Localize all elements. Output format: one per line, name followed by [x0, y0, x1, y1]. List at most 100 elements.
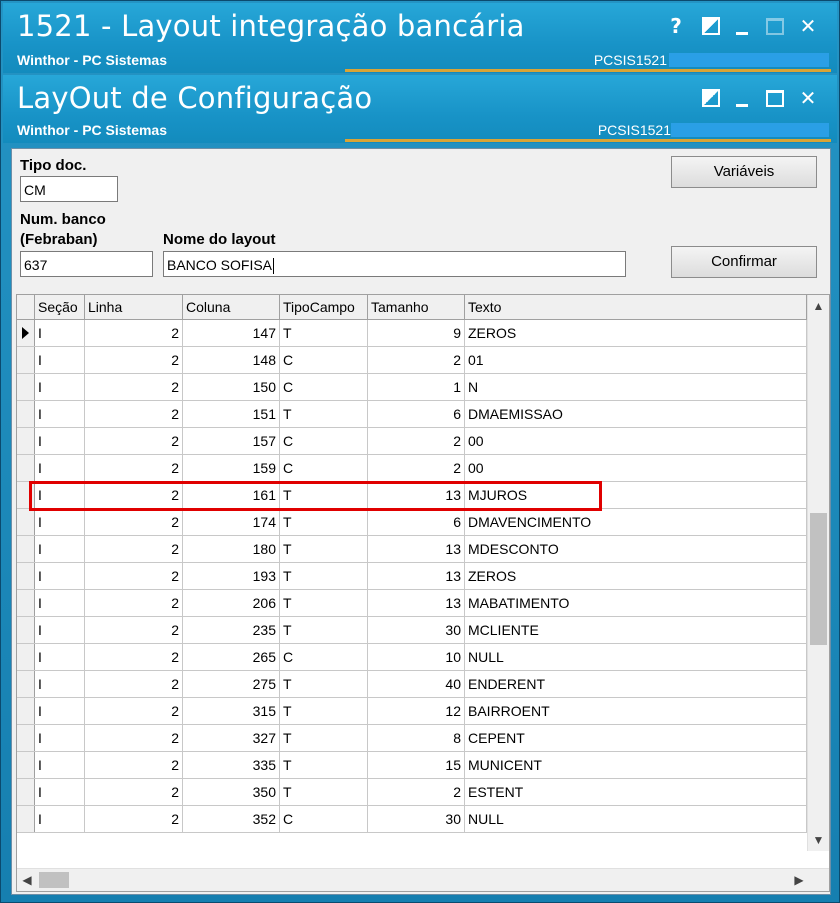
cell-tamanho[interactable]: 2 — [368, 779, 465, 805]
main-title-bar[interactable]: 1521 - Layout integração bancária Wintho… — [3, 3, 837, 73]
cell-secao[interactable]: I — [35, 698, 85, 724]
cell-linha[interactable]: 2 — [85, 752, 183, 778]
cell-coluna[interactable]: 265 — [183, 644, 280, 670]
row-indicator[interactable] — [17, 806, 35, 832]
table-row[interactable]: I 2 335 T 15 MUNICENT — [17, 752, 807, 779]
table-row[interactable]: I 2 150 C 1 N — [17, 374, 807, 401]
num-banco-input[interactable]: 637 — [20, 251, 153, 277]
row-indicator[interactable] — [17, 671, 35, 697]
cell-tamanho[interactable]: 15 — [368, 752, 465, 778]
close-icon[interactable]: ✕ — [795, 13, 821, 39]
cell-tamanho[interactable]: 6 — [368, 509, 465, 535]
cell-tamanho[interactable]: 2 — [368, 428, 465, 454]
cell-secao[interactable]: I — [35, 347, 85, 373]
cell-texto[interactable]: NULL — [465, 806, 807, 832]
cell-secao[interactable]: I — [35, 374, 85, 400]
cell-coluna[interactable]: 275 — [183, 671, 280, 697]
cell-tamanho[interactable]: 30 — [368, 617, 465, 643]
cell-tamanho[interactable]: 30 — [368, 806, 465, 832]
nome-layout-input[interactable]: BANCO SOFISA — [163, 251, 626, 277]
table-row[interactable]: I 2 275 T 40 ENDERENT — [17, 671, 807, 698]
cell-secao[interactable]: I — [35, 509, 85, 535]
cell-linha[interactable]: 2 — [85, 806, 183, 832]
cell-coluna[interactable]: 327 — [183, 725, 280, 751]
cell-secao[interactable]: I — [35, 428, 85, 454]
cell-tamanho[interactable]: 13 — [368, 590, 465, 616]
cell-tipocampo[interactable]: T — [280, 725, 368, 751]
cell-linha[interactable]: 2 — [85, 509, 183, 535]
table-row[interactable]: I 2 147 T 9 ZEROS — [17, 320, 807, 347]
table-row[interactable]: I 2 159 C 2 00 — [17, 455, 807, 482]
help-icon[interactable]: ? — [663, 13, 689, 39]
row-indicator[interactable] — [17, 428, 35, 454]
cell-secao[interactable]: I — [35, 806, 85, 832]
cell-tipocampo[interactable]: T — [280, 401, 368, 427]
row-indicator[interactable] — [17, 698, 35, 724]
col-header-coluna[interactable]: Coluna — [183, 295, 280, 319]
row-indicator[interactable] — [17, 752, 35, 778]
cell-coluna[interactable]: 235 — [183, 617, 280, 643]
cell-tipocampo[interactable]: T — [280, 536, 368, 562]
cell-tipocampo[interactable]: C — [280, 455, 368, 481]
cell-texto[interactable]: NULL — [465, 644, 807, 670]
cell-coluna[interactable]: 174 — [183, 509, 280, 535]
cell-texto[interactable]: ENDERENT — [465, 671, 807, 697]
layout-grid[interactable]: Seção Linha Coluna TipoCampo Tamanho Tex… — [16, 294, 830, 892]
table-row[interactable]: I 2 151 T 6 DMAEMISSAO — [17, 401, 807, 428]
cell-texto[interactable]: 01 — [465, 347, 807, 373]
cell-secao[interactable]: I — [35, 590, 85, 616]
col-header-tipocampo[interactable]: TipoCampo — [280, 295, 368, 319]
cell-tamanho[interactable]: 8 — [368, 725, 465, 751]
scroll-right-icon[interactable]: ▶ — [789, 873, 809, 887]
variaveis-button[interactable]: Variáveis — [671, 156, 817, 188]
cell-texto[interactable]: ESTENT — [465, 779, 807, 805]
cell-coluna[interactable]: 148 — [183, 347, 280, 373]
dialog-restore-icon[interactable] — [697, 85, 723, 111]
row-indicator[interactable] — [17, 509, 35, 535]
cell-linha[interactable]: 2 — [85, 563, 183, 589]
table-row[interactable]: I 2 206 T 13 MABATIMENTO — [17, 590, 807, 617]
cell-tamanho[interactable]: 2 — [368, 455, 465, 481]
cell-tamanho[interactable]: 6 — [368, 401, 465, 427]
row-indicator[interactable] — [17, 536, 35, 562]
cell-tamanho[interactable]: 13 — [368, 563, 465, 589]
cell-secao[interactable]: I — [35, 725, 85, 751]
cell-linha[interactable]: 2 — [85, 455, 183, 481]
cell-linha[interactable]: 2 — [85, 401, 183, 427]
cell-linha[interactable]: 2 — [85, 320, 183, 346]
cell-secao[interactable]: I — [35, 752, 85, 778]
cell-linha[interactable]: 2 — [85, 590, 183, 616]
cell-texto[interactable]: 00 — [465, 455, 807, 481]
cell-tipocampo[interactable]: T — [280, 590, 368, 616]
table-row[interactable]: I 2 327 T 8 CEPENT — [17, 725, 807, 752]
row-indicator[interactable] — [17, 374, 35, 400]
cell-linha[interactable]: 2 — [85, 428, 183, 454]
cell-secao[interactable]: I — [35, 401, 85, 427]
cell-coluna[interactable]: 206 — [183, 590, 280, 616]
cell-coluna[interactable]: 157 — [183, 428, 280, 454]
vertical-scroll-thumb[interactable] — [810, 513, 827, 645]
row-indicator[interactable] — [17, 725, 35, 751]
row-indicator[interactable] — [17, 644, 35, 670]
vertical-scrollbar[interactable]: ▲ ▼ — [807, 295, 829, 851]
cell-texto[interactable]: MUNICENT — [465, 752, 807, 778]
dialog-close-icon[interactable]: ✕ — [795, 85, 821, 111]
cell-secao[interactable]: I — [35, 671, 85, 697]
row-indicator[interactable] — [17, 401, 35, 427]
row-indicator[interactable] — [17, 590, 35, 616]
dialog-maximize-icon[interactable] — [761, 85, 787, 111]
table-row[interactable]: I 2 174 T 6 DMAVENCIMENTO — [17, 509, 807, 536]
cell-tipocampo[interactable]: T — [280, 563, 368, 589]
cell-texto[interactable]: BAIRROENT — [465, 698, 807, 724]
table-row[interactable]: I 2 157 C 2 00 — [17, 428, 807, 455]
cell-texto[interactable]: 00 — [465, 428, 807, 454]
cell-tamanho[interactable]: 12 — [368, 698, 465, 724]
table-row[interactable]: I 2 350 T 2 ESTENT — [17, 779, 807, 806]
cell-secao[interactable]: I — [35, 563, 85, 589]
cell-linha[interactable]: 2 — [85, 347, 183, 373]
cell-linha[interactable]: 2 — [85, 536, 183, 562]
cell-tipocampo[interactable]: C — [280, 347, 368, 373]
confirmar-button[interactable]: Confirmar — [671, 246, 817, 278]
cell-texto[interactable]: MDESCONTO — [465, 536, 807, 562]
table-row[interactable]: I 2 148 C 2 01 — [17, 347, 807, 374]
